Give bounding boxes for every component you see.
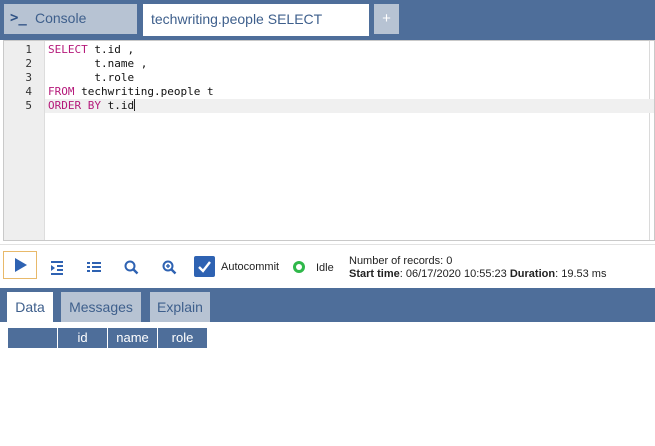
query-toolbar: Autocommit Idle Number of records: 0 Sta… <box>0 244 655 289</box>
code-line-text: t.name , <box>48 57 147 71</box>
code-line[interactable]: FROM techwriting.people t <box>45 85 654 99</box>
column-header-rownum[interactable] <box>8 328 58 348</box>
code-line-text: ORDER BY t.id <box>48 99 136 113</box>
code-line[interactable]: t.role <box>45 71 654 85</box>
line-number: 3 <box>25 71 32 84</box>
sql-text: t.id , <box>87 43 135 56</box>
line-number: 1 <box>25 43 32 56</box>
sql-keyword: ORDER BY <box>48 99 101 112</box>
console-icon: >_ <box>10 10 27 26</box>
zoom-in-button[interactable] <box>158 255 182 279</box>
line-number-gutter: 1 2 3 4 5 <box>4 41 45 240</box>
format-indent-button[interactable] <box>45 255 69 279</box>
code-line-text: SELECT t.id , <box>48 43 134 57</box>
result-grid-header: id name role <box>8 328 208 348</box>
column-header-id[interactable]: id <box>58 328 108 348</box>
zoom-in-icon <box>162 260 177 275</box>
query-info: Number of records: 0 Start time: 06/17/2… <box>349 255 606 281</box>
tab-query-label: techwriting.people SELECT <box>151 11 323 27</box>
tab-data[interactable]: Data <box>7 292 53 322</box>
text-cursor <box>134 99 136 111</box>
checkmark-icon <box>198 261 211 273</box>
records-count: Number of records: 0 <box>349 255 453 267</box>
sql-keyword: SELECT <box>48 43 88 56</box>
list-icon <box>87 262 101 272</box>
code-line-text: t.role <box>48 71 134 85</box>
column-header-role[interactable]: role <box>158 328 208 348</box>
status-label: Idle <box>316 262 334 274</box>
editor-tab-bar: >_ Console techwriting.people SELECT + <box>0 0 655 40</box>
sql-text: t.name , <box>48 57 148 70</box>
autocommit-label: Autocommit <box>221 261 280 273</box>
code-line-text: FROM techwriting.people t <box>48 85 214 99</box>
code-line[interactable]: ORDER BY t.id <box>45 99 654 113</box>
start-time-label: Start time <box>349 268 400 280</box>
list-button[interactable] <box>82 255 106 279</box>
tab-query-active[interactable]: techwriting.people SELECT <box>143 4 369 36</box>
add-tab-button[interactable]: + <box>374 4 399 34</box>
search-icon <box>124 260 139 275</box>
sql-text: techwriting.people t <box>74 85 214 98</box>
run-query-button[interactable] <box>3 251 37 279</box>
tab-explain[interactable]: Explain <box>150 292 210 322</box>
sql-editor[interactable]: 1 2 3 4 5 SELECT t.id , t.name , t.role F… <box>3 40 655 241</box>
play-icon <box>15 258 27 272</box>
indent-icon <box>51 261 63 275</box>
column-header-name[interactable]: name <box>108 328 158 348</box>
start-time-value: : 06/17/2020 10:55:23 <box>399 268 507 280</box>
code-line[interactable]: t.name , <box>45 57 654 71</box>
code-line[interactable]: SELECT t.id , <box>45 43 654 57</box>
line-number: 5 <box>25 99 32 112</box>
autocommit-checkbox[interactable] <box>194 256 215 277</box>
tab-console-label: Console <box>35 10 87 26</box>
sql-text: t.id <box>100 99 135 112</box>
timing-info: Start time: 06/17/2020 10:55:23 Duration… <box>349 268 606 281</box>
code-area[interactable]: SELECT t.id , t.name , t.role FROM techwr… <box>45 41 654 240</box>
sql-text: t.role <box>48 71 135 84</box>
search-button[interactable] <box>120 255 144 279</box>
line-number: 4 <box>25 85 32 98</box>
status-idle-icon <box>293 261 305 273</box>
tab-console[interactable]: >_ Console <box>4 4 137 34</box>
line-number: 2 <box>25 57 32 70</box>
duration-label: Duration <box>509 268 556 280</box>
sql-keyword: FROM <box>48 85 75 98</box>
result-tab-bar: Data Messages Explain <box>0 288 655 322</box>
tab-messages[interactable]: Messages <box>61 292 141 322</box>
duration-value: : 19.53 ms <box>555 268 607 280</box>
